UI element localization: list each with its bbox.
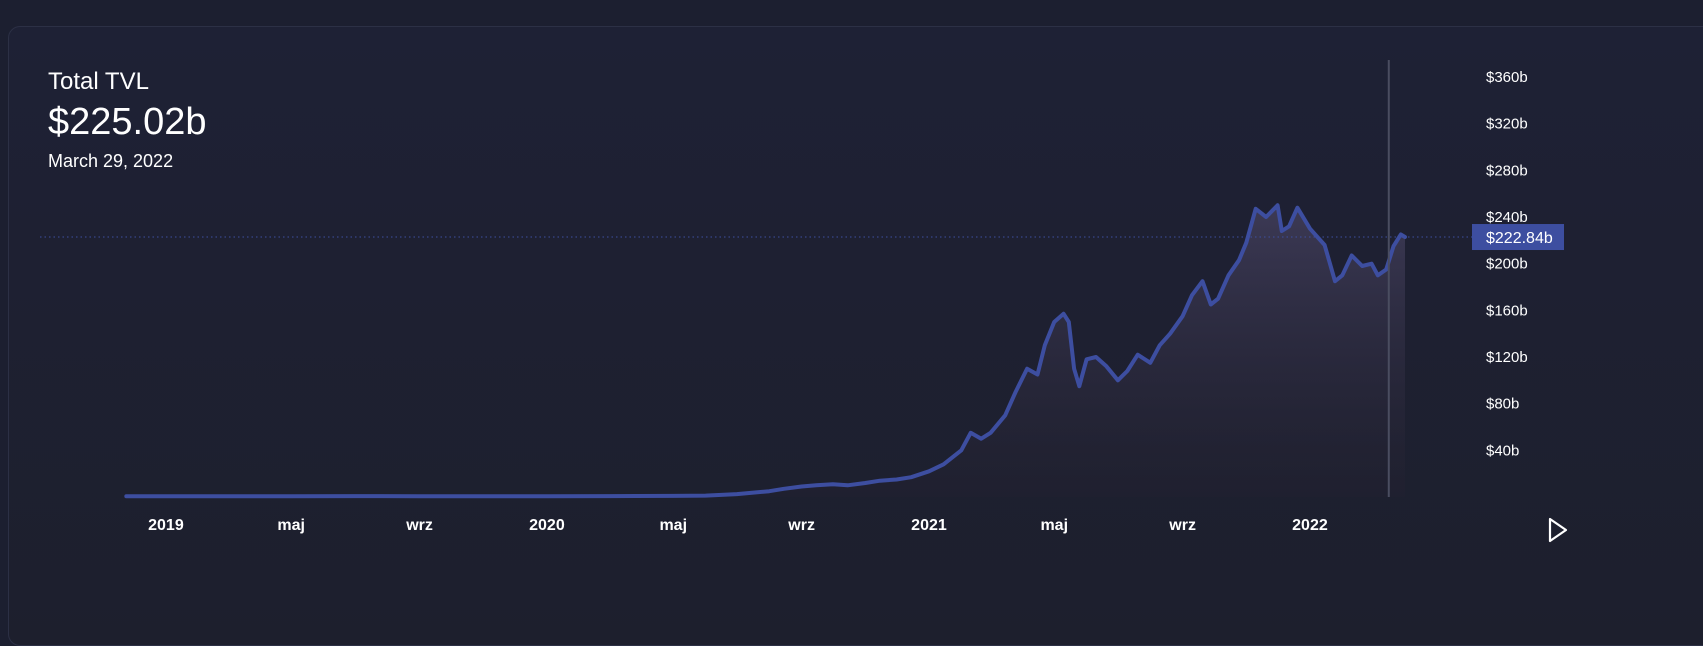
total-value: $225.02b xyxy=(48,101,207,143)
y-tick-label: $80b xyxy=(1486,396,1519,413)
last-value-tag-label: $222.84b xyxy=(1486,230,1553,247)
chart-title: Total TVL xyxy=(48,68,149,95)
last-value-tag: $222.84b xyxy=(1472,224,1564,251)
x-tick-label: wrz xyxy=(1168,517,1196,534)
y-tick-label: $240b xyxy=(1486,209,1528,226)
y-tick-label: $40b xyxy=(1486,442,1519,459)
x-tick-label: 2019 xyxy=(148,517,184,534)
x-tick-label: 2022 xyxy=(1292,517,1328,534)
value-date: March 29, 2022 xyxy=(48,151,174,171)
x-tick-label: 2021 xyxy=(911,517,947,534)
x-tick-label: maj xyxy=(1040,517,1068,534)
y-axis: $40b $80b $120b $160b $200b $240b $280b $320b $3… xyxy=(1486,69,1528,459)
y-tick-label: $200b xyxy=(1486,256,1528,273)
x-tick-label: wrz xyxy=(405,517,433,534)
y-tick-label: $160b xyxy=(1486,302,1528,319)
x-tick-label: maj xyxy=(277,517,305,534)
plot-area xyxy=(124,203,1407,499)
y-tick-label: $120b xyxy=(1486,349,1528,366)
x-tick-label: 2020 xyxy=(529,517,565,534)
y-tick-label: $280b xyxy=(1486,162,1528,179)
chart-header: Total TVL $225.02b March 29, 2022 xyxy=(48,68,207,172)
tvl-area-fill xyxy=(126,205,1405,498)
y-tick-label: $360b xyxy=(1486,69,1528,86)
tvl-area-chart[interactable]: 2019 maj wrz 2020 maj wrz 2021 maj wrz 2022 $40b$… xyxy=(0,0,1703,613)
play-icon[interactable] xyxy=(1546,515,1570,545)
play-icon-glyph xyxy=(1548,517,1568,543)
x-tick-label: maj xyxy=(659,517,687,534)
x-tick-label: wrz xyxy=(787,517,815,534)
y-tick-label: $320b xyxy=(1486,116,1528,133)
x-axis: 2019 maj wrz 2020 maj wrz 2021 maj wrz 2022 xyxy=(148,517,1328,534)
